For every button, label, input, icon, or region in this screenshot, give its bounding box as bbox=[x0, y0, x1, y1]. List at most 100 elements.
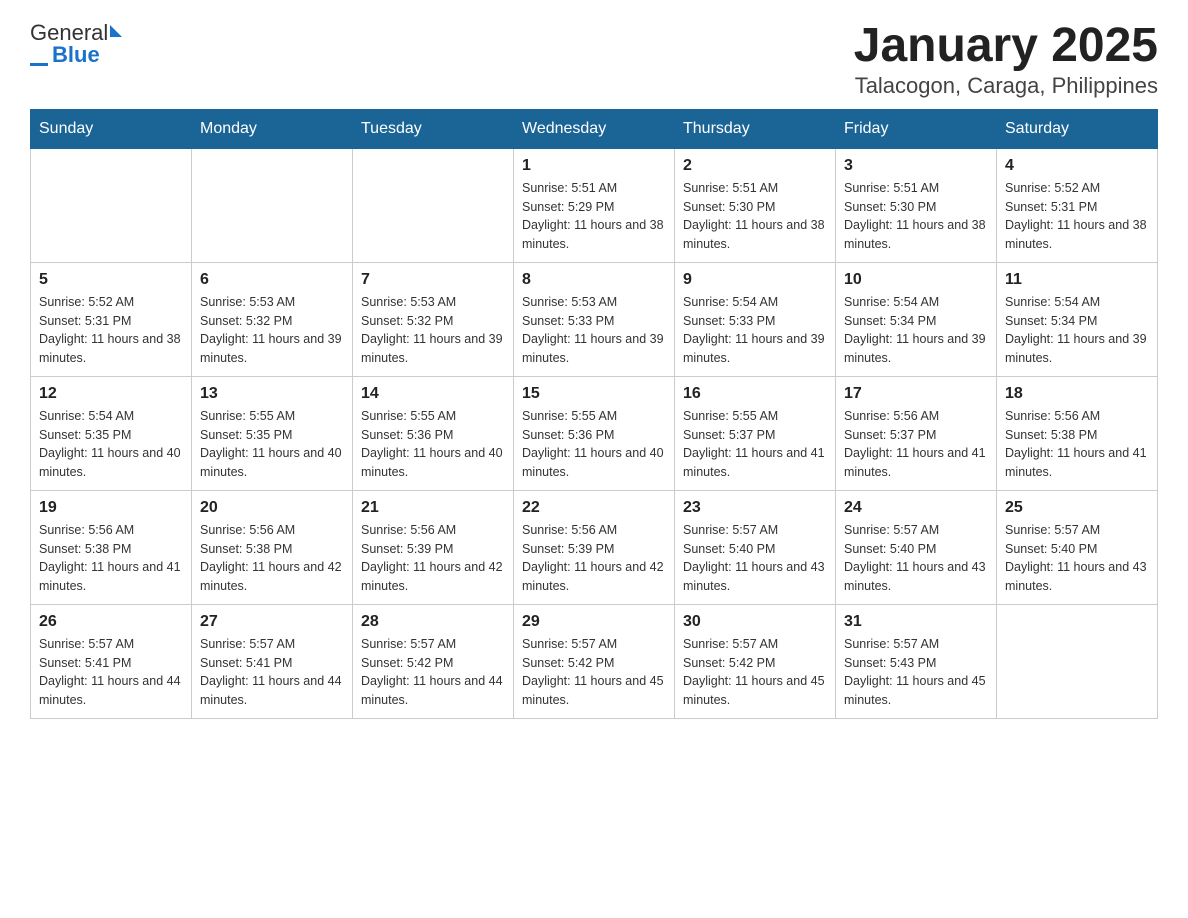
header-tuesday: Tuesday bbox=[353, 109, 514, 148]
calendar-cell: 10Sunrise: 5:54 AMSunset: 5:34 PMDayligh… bbox=[836, 262, 997, 376]
calendar-cell: 30Sunrise: 5:57 AMSunset: 5:42 PMDayligh… bbox=[675, 604, 836, 718]
calendar-body: 1Sunrise: 5:51 AMSunset: 5:29 PMDaylight… bbox=[31, 148, 1158, 718]
day-number: 1 bbox=[522, 157, 666, 175]
day-number: 3 bbox=[844, 157, 988, 175]
calendar-cell: 16Sunrise: 5:55 AMSunset: 5:37 PMDayligh… bbox=[675, 376, 836, 490]
calendar-cell: 5Sunrise: 5:52 AMSunset: 5:31 PMDaylight… bbox=[31, 262, 192, 376]
header-wednesday: Wednesday bbox=[514, 109, 675, 148]
calendar-cell: 22Sunrise: 5:56 AMSunset: 5:39 PMDayligh… bbox=[514, 490, 675, 604]
day-number: 7 bbox=[361, 271, 505, 289]
calendar-cell: 25Sunrise: 5:57 AMSunset: 5:40 PMDayligh… bbox=[997, 490, 1158, 604]
day-detail: Sunrise: 5:56 AM bbox=[1005, 407, 1149, 426]
day-detail: Sunset: 5:30 PM bbox=[683, 198, 827, 217]
day-detail: Daylight: 11 hours and 42 minutes. bbox=[361, 558, 505, 596]
day-detail: Sunrise: 5:51 AM bbox=[844, 179, 988, 198]
day-number: 9 bbox=[683, 271, 827, 289]
day-detail: Daylight: 11 hours and 39 minutes. bbox=[1005, 330, 1149, 368]
calendar-cell bbox=[31, 148, 192, 262]
day-detail: Daylight: 11 hours and 39 minutes. bbox=[844, 330, 988, 368]
calendar-week-4: 19Sunrise: 5:56 AMSunset: 5:38 PMDayligh… bbox=[31, 490, 1158, 604]
day-detail: Daylight: 11 hours and 38 minutes. bbox=[844, 216, 988, 254]
day-number: 21 bbox=[361, 499, 505, 517]
calendar-header: Sunday Monday Tuesday Wednesday Thursday… bbox=[31, 109, 1158, 148]
calendar-cell bbox=[353, 148, 514, 262]
day-detail: Daylight: 11 hours and 39 minutes. bbox=[200, 330, 344, 368]
logo: General Blue bbox=[30, 20, 122, 68]
day-detail: Sunrise: 5:52 AM bbox=[1005, 179, 1149, 198]
calendar-cell: 19Sunrise: 5:56 AMSunset: 5:38 PMDayligh… bbox=[31, 490, 192, 604]
day-detail: Daylight: 11 hours and 45 minutes. bbox=[522, 672, 666, 710]
day-detail: Sunset: 5:32 PM bbox=[200, 312, 344, 331]
day-detail: Sunset: 5:36 PM bbox=[522, 426, 666, 445]
day-detail: Daylight: 11 hours and 39 minutes. bbox=[361, 330, 505, 368]
calendar-subtitle: Talacogon, Caraga, Philippines bbox=[854, 73, 1158, 99]
day-number: 23 bbox=[683, 499, 827, 517]
day-detail: Sunrise: 5:54 AM bbox=[683, 293, 827, 312]
day-detail: Sunrise: 5:56 AM bbox=[844, 407, 988, 426]
calendar-week-3: 12 Sunrise: 5:54 AM Sunset: 5:35 PM Dayligh… bbox=[31, 376, 1158, 490]
day-detail: Sunrise: 5:53 AM bbox=[522, 293, 666, 312]
calendar-cell: 24Sunrise: 5:57 AMSunset: 5:40 PMDayligh… bbox=[836, 490, 997, 604]
day-detail: Sunrise: 5:54 AM bbox=[1005, 293, 1149, 312]
calendar-cell: 17Sunrise: 5:56 AMSunset: 5:37 PMDayligh… bbox=[836, 376, 997, 490]
day-detail: Daylight: 11 hours and 38 minutes. bbox=[39, 330, 183, 368]
day-detail: Daylight: 11 hours and 44 minutes. bbox=[39, 672, 183, 710]
calendar-cell: 9Sunrise: 5:54 AMSunset: 5:33 PMDaylight… bbox=[675, 262, 836, 376]
header-sunday: Sunday bbox=[31, 109, 192, 148]
day-detail: Sunrise: 5:53 AM bbox=[361, 293, 505, 312]
day-detail: Daylight: 11 hours and 43 minutes. bbox=[844, 558, 988, 596]
day-detail: Daylight: 11 hours and 38 minutes. bbox=[683, 216, 827, 254]
day-detail: Daylight: 11 hours and 43 minutes. bbox=[683, 558, 827, 596]
day-detail: Sunset: 5:40 PM bbox=[683, 540, 827, 559]
day-number: 28 bbox=[361, 613, 505, 631]
calendar-cell: 20Sunrise: 5:56 AMSunset: 5:38 PMDayligh… bbox=[192, 490, 353, 604]
calendar-cell: 8Sunrise: 5:53 AMSunset: 5:33 PMDaylight… bbox=[514, 262, 675, 376]
day-detail: Sunset: 5:35 PM bbox=[200, 426, 344, 445]
day-detail: Sunrise: 5:57 AM bbox=[844, 635, 988, 654]
day-detail: Sunrise: 5:51 AM bbox=[683, 179, 827, 198]
logo-triangle-icon bbox=[110, 25, 122, 37]
calendar-cell bbox=[192, 148, 353, 262]
day-detail: Sunrise: 5:54 AM bbox=[39, 407, 183, 426]
day-detail: Sunrise: 5:55 AM bbox=[522, 407, 666, 426]
day-number: 2 bbox=[683, 157, 827, 175]
day-number: 24 bbox=[844, 499, 988, 517]
day-detail: Sunrise: 5:56 AM bbox=[361, 521, 505, 540]
day-detail: Daylight: 11 hours and 41 minutes. bbox=[1005, 444, 1149, 482]
day-detail: Daylight: 11 hours and 38 minutes. bbox=[522, 216, 666, 254]
day-detail: Daylight: 11 hours and 39 minutes. bbox=[522, 330, 666, 368]
day-detail: Daylight: 11 hours and 38 minutes. bbox=[1005, 216, 1149, 254]
calendar-cell: 23Sunrise: 5:57 AMSunset: 5:40 PMDayligh… bbox=[675, 490, 836, 604]
day-detail: Daylight: 11 hours and 40 minutes. bbox=[361, 444, 505, 482]
page-header: General Blue January 2025 Talacogon, Car… bbox=[30, 20, 1158, 99]
calendar-table: Sunday Monday Tuesday Wednesday Thursday… bbox=[30, 109, 1158, 719]
calendar-cell: 31Sunrise: 5:57 AMSunset: 5:43 PMDayligh… bbox=[836, 604, 997, 718]
day-detail: Sunset: 5:39 PM bbox=[361, 540, 505, 559]
day-number: 5 bbox=[39, 271, 183, 289]
day-detail: Sunset: 5:40 PM bbox=[1005, 540, 1149, 559]
day-number: 12 bbox=[39, 385, 183, 403]
calendar-cell: 1 Sunrise: 5:51 AMSunset: 5:29 PMDaylight… bbox=[514, 148, 675, 262]
day-number: 6 bbox=[200, 271, 344, 289]
calendar-cell bbox=[997, 604, 1158, 718]
day-detail: Sunrise: 5:57 AM bbox=[200, 635, 344, 654]
day-detail: Daylight: 11 hours and 45 minutes. bbox=[844, 672, 988, 710]
day-detail: Sunset: 5:31 PM bbox=[39, 312, 183, 331]
day-detail: Sunrise: 5:57 AM bbox=[683, 635, 827, 654]
day-detail: Sunset: 5:29 PM bbox=[522, 198, 666, 217]
day-detail: Sunrise: 5:57 AM bbox=[844, 521, 988, 540]
calendar-cell: 27Sunrise: 5:57 AMSunset: 5:41 PMDayligh… bbox=[192, 604, 353, 718]
day-detail: Sunrise: 5:51 AM bbox=[522, 179, 666, 198]
day-number: 11 bbox=[1005, 271, 1149, 289]
calendar-title: January 2025 bbox=[854, 20, 1158, 73]
day-detail: Sunset: 5:38 PM bbox=[39, 540, 183, 559]
header-thursday: Thursday bbox=[675, 109, 836, 148]
day-number: 4 bbox=[1005, 157, 1149, 175]
calendar-cell: 3Sunrise: 5:51 AMSunset: 5:30 PMDaylight… bbox=[836, 148, 997, 262]
day-number: 15 bbox=[522, 385, 666, 403]
day-detail: Sunset: 5:43 PM bbox=[844, 654, 988, 673]
day-number: 22 bbox=[522, 499, 666, 517]
header-row: Sunday Monday Tuesday Wednesday Thursday… bbox=[31, 109, 1158, 148]
day-number: 27 bbox=[200, 613, 344, 631]
day-detail: Daylight: 11 hours and 42 minutes. bbox=[200, 558, 344, 596]
